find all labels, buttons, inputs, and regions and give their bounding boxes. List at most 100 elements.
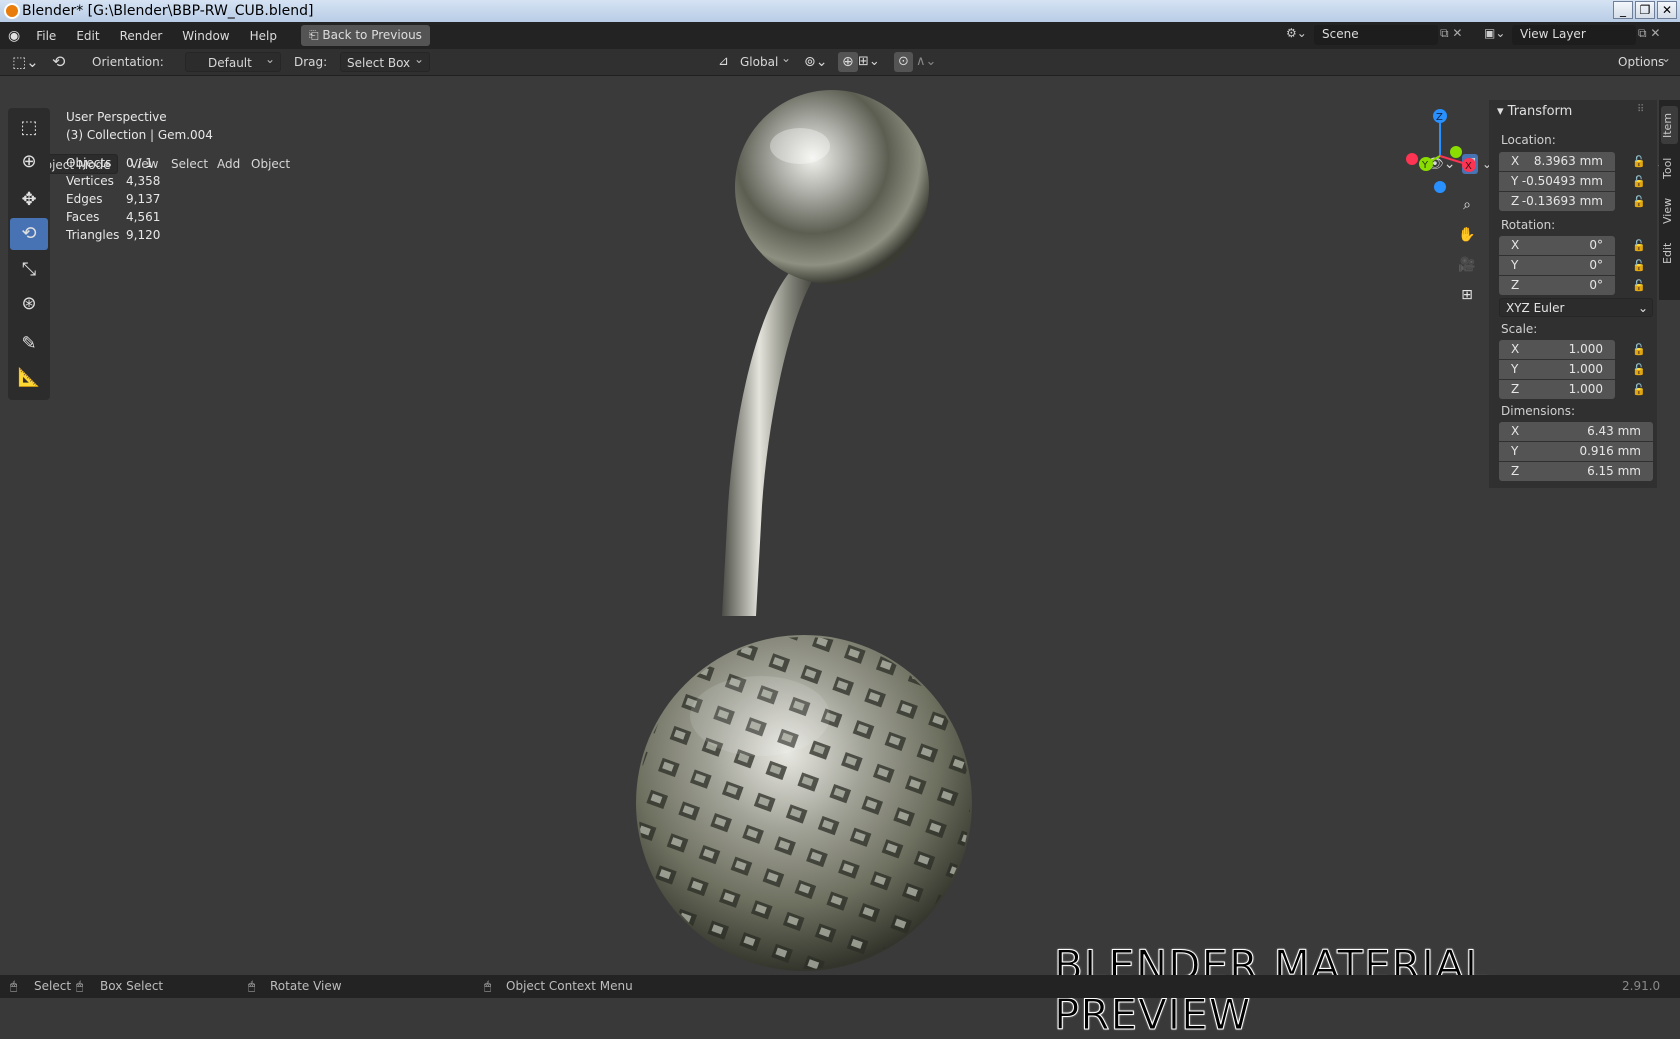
viewport-stats-overlay: User Perspective (3) Collection | Gem.00… — [66, 108, 213, 244]
gizmo-neg-x[interactable] — [1406, 153, 1418, 165]
scene-selector[interactable]: Scene — [1314, 25, 1438, 45]
lock-icon[interactable]: 🔓 — [1632, 155, 1646, 168]
drag-dropdown[interactable]: Select Box — [340, 49, 430, 72]
camera-view-icon[interactable]: 🎥 — [1454, 252, 1480, 278]
scale-z-field[interactable]: Z 1.000 — [1499, 380, 1615, 399]
blender-menu-icon[interactable]: ◉ — [8, 28, 20, 44]
lock-icon[interactable]: 🔓 — [1632, 239, 1646, 252]
location-x-field[interactable]: X 8.3963 mm — [1499, 152, 1615, 171]
status-context-menu: Object Context Menu — [506, 979, 633, 993]
view-layer-icon[interactable]: ▣⌄ — [1484, 26, 1505, 40]
annotate-tool-icon[interactable]: ✎ — [10, 328, 48, 360]
transform-orientation-dropdown[interactable]: Global — [734, 48, 796, 72]
select-box-tool-icon[interactable]: ⬚ — [10, 112, 48, 144]
field-value: 1.000 — [1568, 342, 1603, 356]
status-select: Select — [34, 979, 72, 993]
dimensions-x-field[interactable]: X 6.43 mm — [1499, 422, 1653, 441]
scale-x-field[interactable]: X 1.000 — [1499, 340, 1615, 359]
drag-label: Drag: — [294, 55, 328, 69]
location-z-field[interactable]: Z -0.13693 mm — [1499, 192, 1615, 211]
location-label: Location: — [1501, 133, 1556, 147]
stat-row: Triangles 9,120 — [66, 226, 213, 244]
orientation-label: Orientation: — [92, 55, 164, 69]
scale-y-field[interactable]: Y 1.000 — [1499, 360, 1615, 379]
tab-edit[interactable]: Edit — [1661, 236, 1678, 270]
restore-button[interactable]: ❐ — [1635, 1, 1655, 19]
close-button[interactable]: ✕ — [1657, 1, 1677, 19]
transform-panel-title: Transform — [1507, 104, 1573, 119]
gizmo-neg-z[interactable] — [1434, 181, 1446, 193]
transform-panel-header[interactable]: ▾ Transform — [1497, 104, 1572, 119]
mouse-right-icon: 🖱 — [484, 979, 492, 993]
proportional-edit-icon[interactable]: ⊙ — [894, 52, 913, 72]
transform-tool-icon[interactable]: ⊛ — [10, 288, 48, 320]
back-to-previous-button[interactable]: ⎗ Back to Previous — [300, 25, 430, 46]
field-value: 8.3963 mm — [1533, 154, 1603, 168]
menu-help[interactable]: Help — [240, 29, 287, 43]
cursor-tool-icon[interactable]: ⊕ — [10, 146, 48, 178]
scene-icon[interactable]: ⚙⌄ — [1286, 26, 1307, 40]
lock-icon[interactable]: 🔓 — [1632, 343, 1646, 356]
tab-item[interactable]: Item — [1661, 106, 1678, 144]
minimize-button[interactable]: _ — [1613, 1, 1633, 19]
field-value: 1.000 — [1568, 382, 1603, 396]
collapse-arrow-icon: ▾ — [1497, 104, 1508, 119]
editor-type-icon[interactable]: ⬚⌄ — [12, 52, 39, 72]
snap-target-icon[interactable]: ⊞⌄ — [858, 52, 880, 72]
options-dropdown[interactable]: Options — [1612, 48, 1676, 72]
viewport-menu-add[interactable]: Add — [217, 154, 240, 174]
falloff-icon[interactable]: ∧⌄ — [916, 52, 936, 72]
rotation-mode-dropdown[interactable]: XYZ Euler ⌄ — [1499, 298, 1653, 317]
tab-tool[interactable]: Tool — [1661, 150, 1678, 186]
field-value: 6.43 mm — [1587, 424, 1641, 438]
navigation-gizmo[interactable]: Z X Y — [1400, 106, 1480, 196]
pan-hand-icon[interactable]: ✋ — [1454, 222, 1480, 248]
orientation-dropdown[interactable]: Default — [185, 49, 281, 72]
tab-view[interactable]: View — [1661, 192, 1678, 230]
move-tool-icon[interactable]: ✥ — [10, 184, 48, 216]
rotation-y-field[interactable]: Y 0° — [1499, 256, 1615, 275]
lock-icon[interactable]: 🔓 — [1632, 383, 1646, 396]
gizmo-neg-y[interactable] — [1450, 146, 1462, 158]
rotation-x-field[interactable]: X 0° — [1499, 236, 1615, 255]
stat-value: 9,120 — [126, 228, 161, 242]
field-value: 0.916 mm — [1579, 444, 1641, 458]
measure-tool-icon[interactable]: 📐 — [10, 362, 48, 394]
view-layer-selector[interactable]: View Layer — [1512, 25, 1636, 45]
dimensions-z-field[interactable]: Z 6.15 mm — [1499, 462, 1653, 481]
lock-icon[interactable]: 🔓 — [1632, 363, 1646, 376]
menu-window[interactable]: Window — [172, 29, 239, 43]
sidebar-tabs: Item Tool View Edit — [1659, 100, 1680, 300]
axis-label: X — [1511, 342, 1520, 356]
viewport-menu-object[interactable]: Object — [251, 154, 290, 174]
field-value: 0° — [1589, 238, 1603, 252]
new-view-layer-icon[interactable]: ⧉ ✕ — [1638, 26, 1660, 41]
barbell-rod — [722, 261, 815, 616]
rotate-tool-icon[interactable]: ⟲ — [10, 218, 48, 250]
pivot-point-icon[interactable]: ⊚⌄ — [804, 52, 827, 72]
rotation-z-field[interactable]: Z 0° — [1499, 276, 1615, 295]
lock-icon[interactable]: 🔓 — [1632, 195, 1646, 208]
3d-viewport[interactable]: Object Mode ◧ View Select Add Object 👁⌄ … — [0, 76, 1680, 975]
scale-tool-icon[interactable]: ⤡ — [10, 254, 48, 286]
top-menu-bar: ◉ File Edit Render Window Help ⎗ Back to… — [0, 22, 1680, 49]
zoom-icon[interactable]: ⌕ — [1454, 192, 1480, 218]
dimensions-y-field[interactable]: Y 0.916 mm — [1499, 442, 1653, 461]
lock-icon[interactable]: 🔓 — [1632, 175, 1646, 188]
drag-handle-icon[interactable]: ⠿ — [1637, 104, 1644, 115]
active-tool-icon[interactable]: ⟲ — [52, 52, 65, 72]
back-to-previous-label: Back to Previous — [322, 28, 422, 42]
lock-icon[interactable]: 🔓 — [1632, 279, 1646, 292]
new-scene-icon[interactable]: ⧉ ✕ — [1440, 26, 1462, 41]
perspective-toggle-icon[interactable]: ⊞ — [1454, 282, 1480, 308]
snap-icon[interactable]: ⊕ — [838, 52, 858, 72]
menu-edit[interactable]: Edit — [66, 29, 109, 43]
axis-label: X — [1511, 424, 1520, 438]
location-y-field[interactable]: Y -0.50493 mm — [1499, 172, 1615, 191]
menu-file[interactable]: File — [26, 29, 66, 43]
title-bar: Blender* [G:\Blender\BBP-RW_CUB.blend] _… — [0, 0, 1680, 22]
tool-settings-header: ⬚⌄ ⟲ Orientation: Default Drag: Select B… — [0, 48, 1680, 76]
menu-render[interactable]: Render — [110, 29, 173, 43]
lock-icon[interactable]: 🔓 — [1632, 259, 1646, 272]
stat-label: Triangles — [66, 228, 120, 242]
